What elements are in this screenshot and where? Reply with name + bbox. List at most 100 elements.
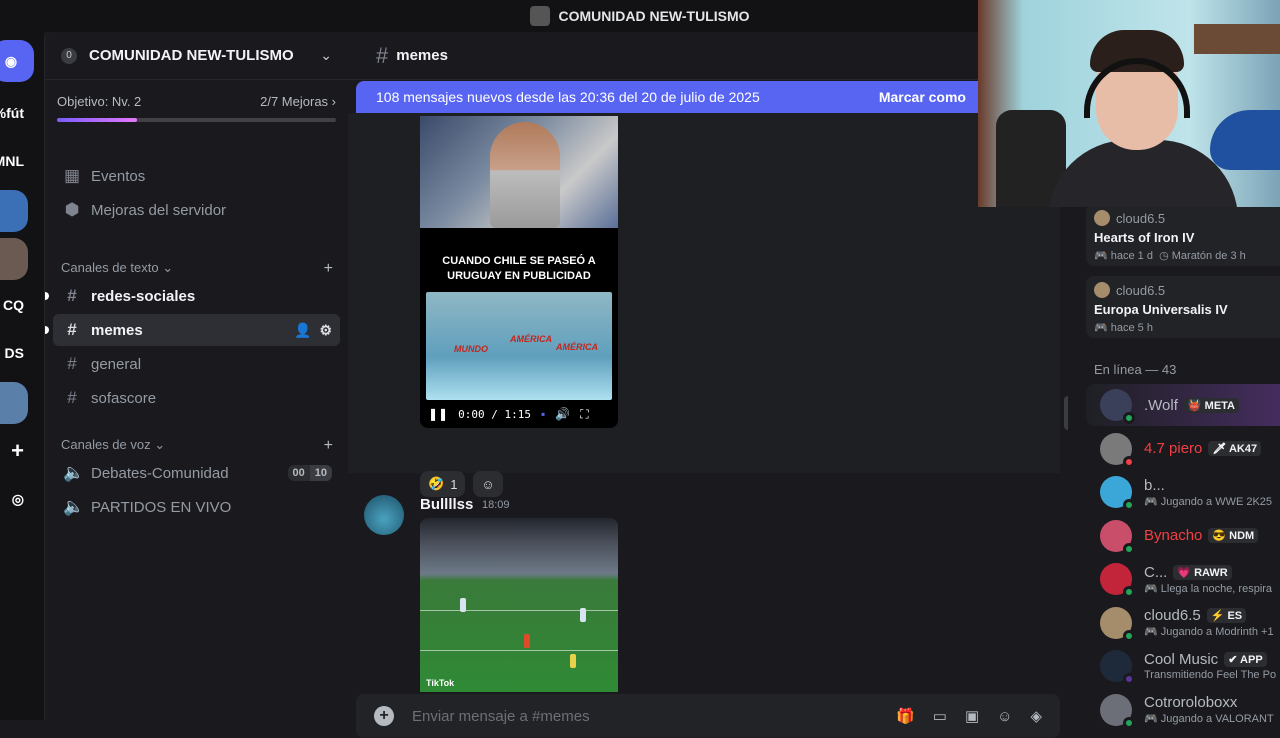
online-header: En línea — 43 <box>1094 362 1177 377</box>
server-fut[interactable]: %fút <box>0 92 28 134</box>
server-rail: ◉ %fút MNL CQ DS + ◎ <box>0 32 44 720</box>
member-name: Cotroroloboxx <box>1144 694 1238 711</box>
avatar[interactable] <box>364 495 404 535</box>
member-tag: 💗 RAWR <box>1173 564 1232 580</box>
apps-icon[interactable]: ◈ <box>1030 707 1042 725</box>
video-attachment[interactable]: TikTok <box>420 518 618 692</box>
avatar <box>1100 650 1135 685</box>
server-avatar-2[interactable] <box>0 238 28 280</box>
message-input[interactable]: Enviar mensaje a #memes <box>412 708 878 725</box>
status-indicator <box>1123 586 1135 598</box>
status-indicator <box>1123 412 1135 424</box>
message-video: CUANDO CHILE SE PASEÓ A URUGUAY EN PUBLI… <box>348 113 1060 497</box>
avatar <box>1100 476 1135 511</box>
selected-indicator <box>45 326 49 334</box>
channel-general[interactable]: # general <box>53 348 340 380</box>
speaker-icon: 🔈 <box>63 497 85 516</box>
boost-goal: Objetivo: Nv. 2 <box>57 94 142 109</box>
add-server-icon[interactable]: + <box>0 430 28 472</box>
volume-icon[interactable]: 🔊 <box>555 407 570 421</box>
sticker-icon[interactable]: ▣ <box>965 707 979 725</box>
member-name: C... <box>1144 563 1168 581</box>
member-activity: 🎮 Jugando a VALORANT <box>1144 713 1274 725</box>
progress-dot[interactable]: ▪ <box>541 407 545 421</box>
message-author[interactable]: Bullllss <box>420 496 473 513</box>
voice-channel-partidos[interactable]: 🔈 PARTIDOS EN VIVO <box>53 491 340 523</box>
member-list-item[interactable]: .Wolf 👹 META <box>1086 384 1280 426</box>
member-name: Cool Music <box>1144 651 1219 668</box>
member-activity: 🎮 Jugando a WWE 2K25 <box>1144 495 1273 508</box>
sidebar-item-server-boosts[interactable]: ⬢ Mejoras del servidor <box>53 194 340 226</box>
server-ds[interactable]: DS <box>0 332 28 374</box>
gear-icon[interactable]: ⚙ <box>319 322 332 339</box>
video-caption: CUANDO CHILE SE PASEÓ A URUGUAY EN PUBLI… <box>442 255 596 282</box>
channel-sofascore[interactable]: # sofascore <box>53 382 340 414</box>
sidebar-item-events[interactable]: ▦ Eventos <box>53 160 340 192</box>
boost-shield-icon: ⬢ <box>64 200 80 219</box>
message-composer[interactable]: + Enviar mensaje a #memes 🎁 ▭ ▣ ☺ ◈ <box>356 694 1060 738</box>
emoji-icon[interactable]: ☺ <box>997 708 1012 725</box>
member-activity: Transmitiendo Feel The Po <box>1144 669 1277 681</box>
server-avatar-3[interactable] <box>0 382 28 424</box>
avatar <box>1100 606 1135 642</box>
member-tag: 😎 NDM <box>1208 528 1259 543</box>
member-list-item[interactable]: Cotroroloboxx 🎮 Jugando a VALORANT <box>1086 689 1280 731</box>
member-list-item[interactable]: Bynacho 😎 NDM <box>1086 515 1280 557</box>
gift-icon[interactable]: 🎁 <box>896 707 915 725</box>
hashtag-icon: # <box>67 320 77 339</box>
boost-progress[interactable]: Objetivo: Nv. 2 2/7 Mejoras › <box>45 80 348 122</box>
member-activity: 🎮 Jugando a Modrinth +1 <box>1144 626 1274 638</box>
hashtag-icon: # <box>67 286 77 305</box>
server-cq[interactable]: CQ <box>0 284 28 326</box>
channel-redes-sociales[interactable]: # redes-sociales <box>53 280 340 312</box>
discord-home-icon[interactable]: ◉ <box>0 40 34 82</box>
fullscreen-icon[interactable]: ⛶ <box>580 407 588 422</box>
add-voice-channel-icon[interactable]: + <box>324 437 333 455</box>
member-list-item[interactable]: C... 💗 RAWR 🎮 Llega la noche, respira <box>1086 558 1280 600</box>
activity-card[interactable]: cloud6.5 Europa Universalis IV 🎮 hace 5 … <box>1086 276 1280 338</box>
voice-user-count: 00 10 <box>287 465 332 481</box>
category-text-channels[interactable]: Canales de texto ⌄ + <box>61 260 333 278</box>
avatar <box>1100 693 1135 729</box>
boost-progress-fill <box>57 118 137 122</box>
member-list-item[interactable]: b... 🎮 Jugando a WWE 2K25 <box>1086 471 1280 513</box>
member-name: Bynacho <box>1144 527 1203 544</box>
hashtag-icon: # <box>67 354 77 373</box>
voice-channel-debates[interactable]: 🔈 Debates-Comunidad 00 10 <box>53 457 340 489</box>
gif-icon[interactable]: ▭ <box>933 707 947 725</box>
member-list-item[interactable]: Cool Music ✔ APP Transmitiendo Feel The Po <box>1086 645 1280 687</box>
new-messages-banner[interactable]: 108 mensajes nuevos desde las 20:36 del … <box>356 81 986 113</box>
pause-icon[interactable]: ❚❚ <box>428 407 448 421</box>
invite-member-icon[interactable]: 👤 <box>294 322 311 339</box>
server-badge: 0 <box>61 47 77 64</box>
avatar <box>1100 519 1135 555</box>
status-indicator <box>1123 455 1135 468</box>
member-tag: ⚡ ES <box>1206 608 1247 623</box>
mark-as-read-button[interactable]: Marcar como <box>879 89 966 105</box>
member-activity: 🎮 Llega la noche, respira <box>1144 582 1273 595</box>
server-name: COMUNIDAD NEW-TULISMO <box>89 47 294 64</box>
avatar <box>1094 282 1110 298</box>
category-voice-channels[interactable]: Canales de voz ⌄ + <box>61 437 333 455</box>
member-name: cloud6.5 <box>1144 607 1201 624</box>
server-mnl[interactable]: MNL <box>0 140 28 182</box>
unread-indicator <box>45 292 49 300</box>
add-text-channel-icon[interactable]: + <box>324 260 333 278</box>
member-list-item[interactable]: 4.7 piero 🗡 AK47 <box>1086 428 1280 470</box>
member-name: b... <box>1144 476 1165 494</box>
video-player[interactable]: CUANDO CHILE SE PASEÓ A URUGUAY EN PUBLI… <box>420 116 618 428</box>
avatar <box>1100 432 1135 468</box>
upload-plus-icon[interactable]: + <box>374 706 394 726</box>
tiktok-watermark: TikTok <box>426 678 455 688</box>
server-avatar-1[interactable] <box>0 190 28 232</box>
status-indicator <box>1123 629 1135 642</box>
server-header[interactable]: 0 COMUNIDAD NEW-TULISMO ⌄ <box>45 32 348 80</box>
hashtag-icon: # <box>376 42 389 68</box>
activity-card[interactable]: cloud6.5 Hearts of Iron IV 🎮 hace 1 d ◷ … <box>1086 204 1280 266</box>
member-list-item[interactable]: cloud6.5 ⚡ ES 🎮 Jugando a Modrinth +1 <box>1086 602 1280 644</box>
member-tag: 🗡 AK47 <box>1208 441 1262 456</box>
channel-memes[interactable]: # memes 👤 ⚙ <box>53 314 340 346</box>
member-name: .Wolf <box>1144 396 1178 414</box>
speaker-icon: 🔈 <box>63 463 85 482</box>
discover-icon[interactable]: ◎ <box>0 478 28 520</box>
